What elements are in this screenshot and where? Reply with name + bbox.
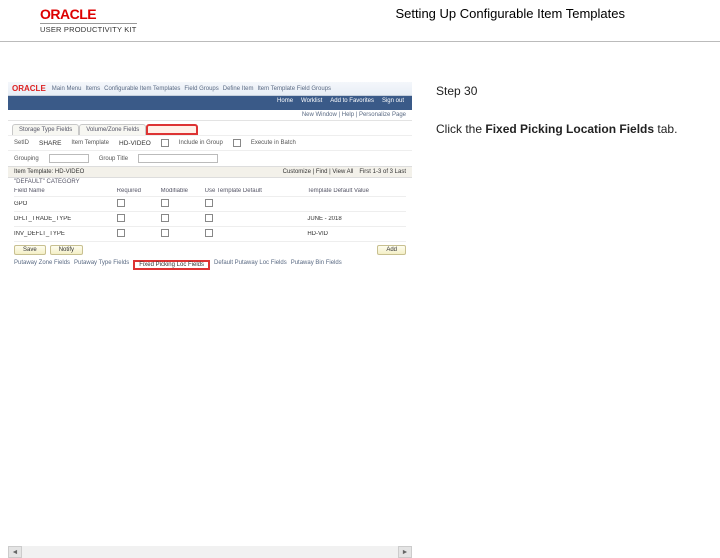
col-required: Required [117,188,157,194]
crumb-item[interactable]: Configurable Item Templates [104,86,180,92]
req-checkbox[interactable] [117,229,125,237]
scroll-track[interactable] [22,546,398,558]
grouptitle-input[interactable] [138,154,218,163]
cell: HD-VID [307,231,406,237]
instr-target: Fixed Picking Location Fields [485,122,654,136]
grouping-input[interactable] [49,154,89,163]
req-checkbox[interactable] [117,199,125,207]
table-row: GPO [14,197,406,212]
tab-highlighted[interactable] [146,124,198,135]
embedded-screenshot: ORACLE Main Menu Items Configurable Item… [0,42,418,558]
subtab-putaway-bin[interactable]: Putaway Bin Fields [291,260,342,270]
subtab-putaway-type[interactable]: Putaway Type Fields [74,260,129,270]
page-header: ORACLE USER PRODUCTIVITY KIT Setting Up … [0,0,720,42]
menu-home[interactable]: Home [277,98,293,108]
subtab-fixed-picking-loc[interactable]: Fixed Picking Loc Fields [133,260,210,270]
template-label: Item Template [71,140,109,146]
col-value: Template Default Value [307,188,406,194]
crumb-item[interactable]: Define Item [223,86,254,92]
app-header-bar: ORACLE Main Menu Items Configurable Item… [8,82,412,96]
def-checkbox[interactable] [205,214,213,222]
tab-volume-zone[interactable]: Volume/Zone Fields [79,124,146,135]
subtab-putaway-zone[interactable]: Putaway Zone Fields [14,260,70,270]
cell: JUNE - 2018 [307,216,406,222]
crumb-item[interactable]: Main Menu [52,86,82,92]
instr-prefix: Click the [436,122,485,136]
grouping-label: Grouping [14,156,39,162]
page-link-row[interactable]: New Window | Help | Personalize Page [8,110,412,121]
col-modifiable: Modifiable [161,188,201,194]
table-row: DFLT_TRADE_TYPE JUNE - 2018 [14,212,406,227]
instruction-panel: Step 30 Click the Fixed Picking Location… [418,42,708,558]
crumb-item[interactable]: Item Template Field Groups [257,86,331,92]
instr-suffix: tab. [654,122,677,136]
group-section-bar: Item Template: HD-VIDEO Customize | Find… [8,166,412,178]
sub-tabs: Putaway Zone Fields Putaway Type Fields … [8,258,412,276]
step-number: Step 30 [436,82,698,100]
col-field: Field Name [14,188,113,194]
crumb-item[interactable]: Items [85,86,100,92]
brand-block: ORACLE USER PRODUCTIVITY KIT [40,6,137,34]
execute-batch-checkbox[interactable] [233,139,241,147]
include-group-checkbox[interactable] [161,139,169,147]
mod-checkbox[interactable] [161,199,169,207]
def-checkbox[interactable] [205,229,213,237]
include-group-label: Include in Group [179,140,223,146]
menu-worklist[interactable]: Worklist [301,98,322,108]
def-checkbox[interactable] [205,199,213,207]
cell: INV_DEFLT_TYPE [14,231,113,237]
instruction-text: Click the Fixed Picking Location Fields … [436,120,698,138]
setid-value: SHARE [39,140,61,147]
oracle-logo: ORACLE [40,6,137,22]
req-checkbox[interactable] [117,214,125,222]
menu-favorites[interactable]: Add to Favorites [330,98,374,108]
top-tabs: Storage Type Fields Volume/Zone Fields [8,121,412,135]
form-line-1: SetID SHARE Item Template HD-VIDEO Inclu… [8,135,412,150]
group-paging[interactable]: First 1-3 of 3 Last [359,169,406,175]
mod-checkbox[interactable] [161,229,169,237]
breadcrumb: Main Menu Items Configurable Item Templa… [52,86,408,92]
grouptitle-label: Group Title [99,156,128,162]
table-row: INV_DEFLT_TYPE HD-VID [14,227,406,242]
global-menu: Home Worklist Add to Favorites Sign out [8,96,412,110]
scroll-left-icon[interactable]: ◄ [8,546,22,558]
action-row: Save Notify Add [8,242,412,258]
upk-label: USER PRODUCTIVITY KIT [40,23,137,34]
horizontal-scrollbar[interactable]: ◄ ► [8,546,412,558]
cell: GPO [14,201,113,207]
field-grid: Field Name Required Modifiable Use Templ… [8,186,412,242]
form-line-2: Grouping Group Title [8,150,412,166]
subtab-default-putaway-loc[interactable]: Default Putaway Loc Fields [214,260,287,270]
setid-label: SetID [14,140,29,146]
save-button[interactable]: Save [14,245,46,255]
cell: DFLT_TRADE_TYPE [14,216,113,222]
template-value: HD-VIDEO [119,140,151,147]
group-subtitle: "DEFAULT" CATEGORY [8,178,412,186]
app-oracle-logo: ORACLE [12,84,46,93]
group-customize[interactable]: Customize | Find | View All [283,169,354,175]
execute-batch-label: Execute in Batch [251,140,296,146]
mod-checkbox[interactable] [161,214,169,222]
grid-header: Field Name Required Modifiable Use Templ… [14,186,406,197]
group-title: Item Template: HD-VIDEO [14,169,84,175]
tab-storage-type[interactable]: Storage Type Fields [12,124,79,135]
add-button[interactable]: Add [377,245,406,255]
col-default: Use Template Default [205,188,304,194]
page-title: Setting Up Configurable Item Templates [395,6,625,21]
scroll-right-icon[interactable]: ► [398,546,412,558]
crumb-item[interactable]: Field Groups [184,86,218,92]
menu-signout[interactable]: Sign out [382,98,404,108]
notify-button[interactable]: Notify [50,245,83,255]
